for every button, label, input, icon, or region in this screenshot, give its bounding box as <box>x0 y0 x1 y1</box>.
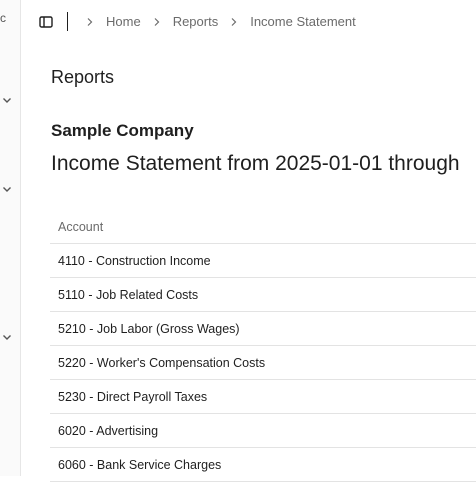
sidebar: c <box>0 0 21 476</box>
breadcrumb-reports[interactable]: Reports <box>173 14 219 29</box>
account-cell: 5230 - Direct Payroll Taxes <box>50 379 476 414</box>
account-cell: 5210 - Job Labor (Gross Wages) <box>50 311 476 346</box>
account-cell: 5220 - Worker's Compensation Costs <box>50 345 476 380</box>
table-header-row: Account <box>50 210 476 244</box>
divider <box>67 12 68 31</box>
chevron-down-icon[interactable] <box>2 184 12 194</box>
report-title: Income Statement from 2025-01-01 through <box>51 152 460 175</box>
table-row: 5210 - Job Labor (Gross Wages) <box>50 311 476 346</box>
chevron-right-icon <box>86 17 94 27</box>
account-cell: 6020 - Advertising <box>50 413 476 448</box>
chevron-down-icon[interactable] <box>2 332 12 342</box>
chevron-down-icon[interactable] <box>2 95 12 105</box>
table-row: 6020 - Advertising <box>50 413 476 448</box>
table-row: 4110 - Construction Income <box>50 243 476 278</box>
top-bar: Home Reports Income Statement <box>20 0 476 44</box>
page-title: Reports <box>51 67 115 87</box>
sidebar-truncated-glyph: c <box>0 11 6 25</box>
chevron-right-icon <box>230 17 238 27</box>
breadcrumb-current: Income Statement <box>250 14 356 29</box>
company-name: Sample Company <box>51 121 194 140</box>
table-row: 6060 - Bank Service Charges <box>50 447 476 482</box>
table-row: 5110 - Job Related Costs <box>50 277 476 312</box>
panel-left-icon <box>38 14 54 30</box>
breadcrumb: Home Reports Income Statement <box>86 14 356 29</box>
table-row: 5220 - Worker's Compensation Costs <box>50 345 476 380</box>
sidebar-toggle-button[interactable] <box>38 14 54 30</box>
account-cell: 5110 - Job Related Costs <box>50 277 476 312</box>
report-table: Account 4110 - Construction Income 5110 … <box>50 210 476 482</box>
table-row: 5230 - Direct Payroll Taxes <box>50 379 476 414</box>
column-header-account: Account <box>50 210 476 244</box>
account-cell: 6060 - Bank Service Charges <box>50 447 476 482</box>
breadcrumb-home[interactable]: Home <box>106 14 141 29</box>
account-cell: 4110 - Construction Income <box>50 243 476 278</box>
chevron-right-icon <box>153 17 161 27</box>
